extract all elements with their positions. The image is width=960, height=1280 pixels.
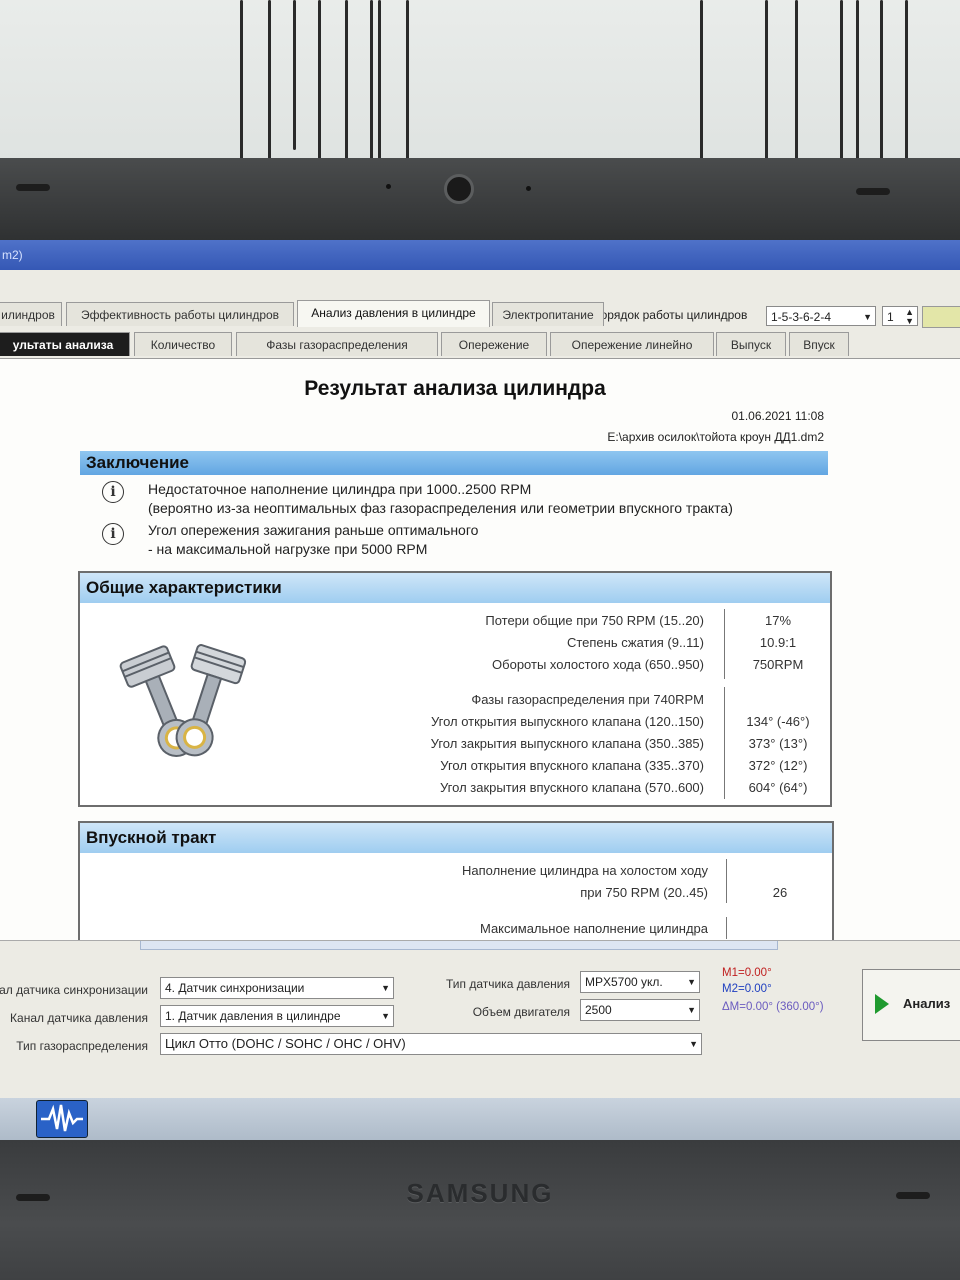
column-divider	[726, 917, 727, 939]
sensor-type-value: MPX5700 укл.	[585, 975, 663, 989]
general-row-value: 10.9:1	[759, 635, 797, 650]
tab-advance[interactable]: Опережение	[441, 332, 547, 356]
sync-channel-value: 4. Датчик синхронизации	[165, 981, 305, 995]
timing-type-select[interactable]: Цикл Отто (DOHC / SOHC / OHC / OHV) ▼	[160, 1033, 702, 1055]
tab-power-supply[interactable]: Электропитание	[492, 302, 604, 326]
engine-volume-label: Объем двигателя	[472, 1005, 570, 1019]
tab-advance-linear[interactable]: Опережение линейно	[550, 332, 714, 356]
settings-panel: Канал датчика синхронизации 4. Датчик си…	[0, 940, 960, 1099]
tab-cylinder-efficiency[interactable]: Эффективность работы цилиндров	[66, 302, 294, 326]
phase-row-label: Угол закрытия впускного клапана (570..60…	[440, 780, 704, 795]
pistons-icon	[116, 629, 256, 769]
intake-tract-header: Впускной тракт	[80, 823, 832, 853]
report-date: 01.06.2021 11:08	[731, 409, 824, 423]
phase-row-label: Угол закрытия выпускного клапана (350..3…	[430, 736, 704, 751]
brand-logo: SAMSUNG	[406, 1178, 554, 1208]
conclusion-line: Угол опережения зажигания раньше оптимал…	[148, 522, 479, 538]
phase-row-value: 373° (13°)	[748, 736, 808, 751]
phases-label: Фазы газораспределения при 740RPM	[471, 692, 704, 707]
phase-row-value: 372° (12°)	[748, 758, 808, 773]
conclusion-line: Недостаточное наполнение цилиндра при 10…	[148, 481, 532, 497]
horizontal-scrollbar[interactable]	[140, 941, 778, 950]
oscilloscope-app-icon[interactable]	[36, 1100, 88, 1138]
general-row-label: Степень сжатия (9..11)	[566, 635, 704, 650]
webcam-icon	[444, 174, 474, 204]
tab-cylinder-pressure-analysis[interactable]: Анализ давления в цилиндре	[297, 300, 490, 327]
chevron-down-icon: ▼	[687, 977, 696, 987]
sync-channel-select[interactable]: 4. Датчик синхронизации ▼	[160, 977, 394, 999]
timing-type-value: Цикл Отто (DOHC / SOHC / OHC / OHV)	[165, 1036, 406, 1051]
play-icon	[875, 994, 889, 1014]
pressure-channel-label: Канал датчика давления	[10, 1011, 148, 1025]
engine-volume-select[interactable]: 2500 ▼	[580, 999, 700, 1021]
report-title: Результат анализа цилиндра	[304, 377, 606, 400]
intake-fill-label: Наполнение цилиндра на холостом ходу	[461, 863, 708, 878]
sub-tabs: ультаты анализа Количество Фазы газорасп…	[0, 330, 960, 356]
pressure-channel-select[interactable]: 1. Датчик давления в цилиндре ▼	[160, 1005, 394, 1027]
column-divider	[724, 687, 725, 799]
general-characteristics-header: Общие характеристики	[80, 573, 830, 603]
column-divider	[724, 609, 725, 679]
phase-row-label: Угол открытия выпускного клапана (120..1…	[430, 714, 704, 729]
conclusion-line: - на максимальной нагрузке при 5000 RPM	[148, 541, 428, 557]
general-row-label: Потери общие при 750 RPM (15..20)	[485, 613, 704, 628]
timing-type-label: Тип газораспределения	[16, 1039, 148, 1053]
tab-quantity[interactable]: Количество	[134, 332, 232, 356]
background-room	[0, 0, 960, 160]
app-window: m2) Порядок работы цилиндров 1-5-3-6-2-4…	[0, 240, 960, 1140]
intake-tract-box: Впускной тракт Наполнение цилиндра на хо…	[78, 821, 834, 941]
phase-row-label: Угол открытия впускного клапана (335..37…	[440, 758, 704, 773]
tab-cylinders[interactable]: илиндров	[0, 302, 62, 326]
analyze-label: Анализ	[903, 996, 951, 1011]
tab-valve-timing[interactable]: Фазы газораспределения	[236, 332, 438, 356]
top-toolbar: Порядок работы цилиндров 1-5-3-6-2-4 ▼ 1…	[0, 270, 960, 328]
intake-fill-value: 26	[772, 885, 788, 900]
tab-intake[interactable]: Впуск	[789, 332, 849, 356]
conclusion-header: Заключение	[80, 451, 828, 475]
tab-exhaust[interactable]: Выпуск	[716, 332, 786, 356]
laptop-bezel-bottom	[0, 1140, 960, 1280]
sensor-type-label: Тип датчика давления	[445, 977, 570, 991]
general-row-label: Обороты холостого хода (650..950)	[492, 657, 704, 672]
main-tabs: илиндров Эффективность работы цилиндров …	[0, 300, 960, 327]
pressure-channel-value: 1. Датчик давления в цилиндре	[165, 1009, 341, 1023]
taskbar	[0, 1098, 960, 1140]
phase-row-value: 604° (64°)	[748, 780, 808, 795]
marker-delta: ΔM=0.00° (360.00°)	[722, 1001, 824, 1013]
sensor-type-select[interactable]: MPX5700 укл. ▼	[580, 971, 700, 993]
report-file-path: E:\архив осилок\тойота кроун ДД1.dm2	[607, 430, 824, 444]
sync-channel-label: Канал датчика синхронизации	[0, 983, 148, 997]
conclusion-item-2: Угол опережения зажигания раньше оптимал…	[148, 521, 478, 559]
engine-volume-value: 2500	[585, 1003, 612, 1017]
intake-fill-label: при 750 RPM (20..45)	[580, 885, 708, 900]
marker-m1: M1=0.00°	[722, 967, 772, 979]
general-row-value: 17%	[764, 613, 792, 628]
info-icon: i	[102, 523, 124, 545]
window-title: m2)	[2, 248, 23, 262]
intake-max-label: Максимальное наполнение цилиндра	[479, 921, 708, 936]
laptop-bezel-top	[0, 158, 960, 240]
conclusion-item-1: Недостаточное наполнение цилиндра при 10…	[148, 480, 733, 518]
chevron-down-icon: ▼	[381, 1011, 390, 1021]
tab-analysis-results[interactable]: ультаты анализа	[0, 332, 130, 356]
title-bar: m2)	[0, 240, 960, 270]
column-divider	[726, 859, 727, 903]
conclusion-line: (вероятно из-за неоптимальных фаз газора…	[148, 500, 733, 516]
chevron-down-icon: ▼	[689, 1039, 698, 1049]
analyze-button[interactable]: Анализ	[862, 969, 960, 1041]
report-panel: Результат анализа цилиндра 01.06.2021 11…	[0, 358, 960, 941]
chevron-down-icon: ▼	[381, 983, 390, 993]
info-icon: i	[102, 481, 124, 503]
phase-row-value: 134° (-46°)	[746, 714, 810, 729]
general-row-value: 750RPM	[752, 657, 804, 672]
chevron-down-icon: ▼	[687, 1005, 696, 1015]
general-characteristics-box: Общие характеристики Потери общие при 75…	[78, 571, 832, 807]
marker-m2: M2=0.00°	[722, 983, 772, 995]
